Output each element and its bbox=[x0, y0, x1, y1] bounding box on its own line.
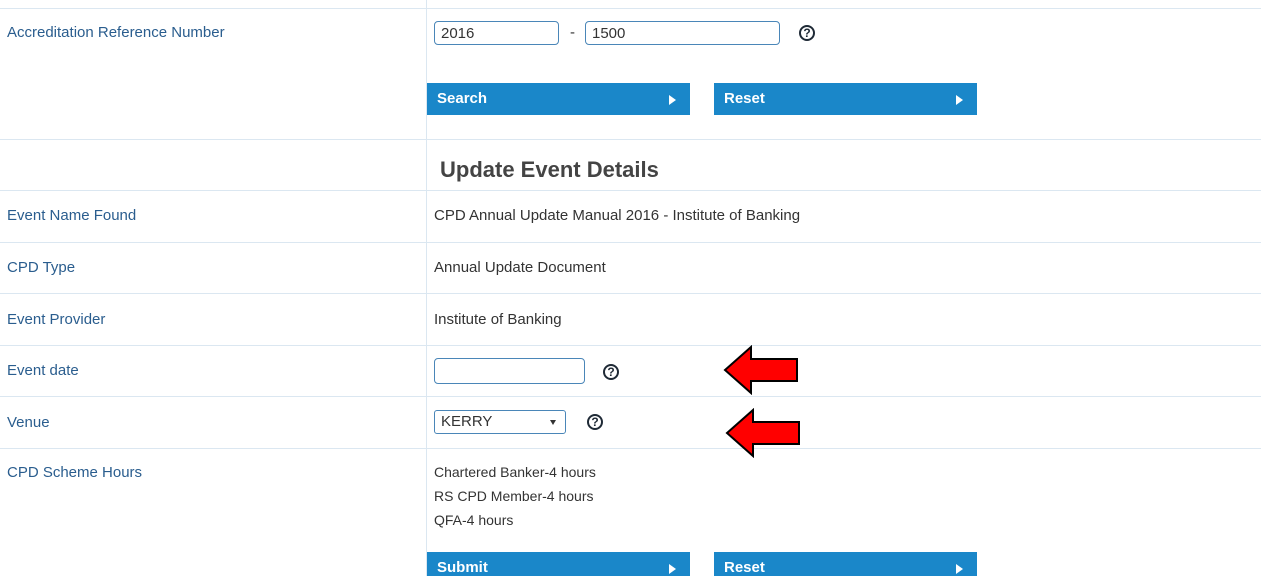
scheme-hours-label: CPD Scheme Hours bbox=[7, 464, 143, 481]
event-date-label: Event date bbox=[7, 362, 79, 379]
red-arrow-left-icon bbox=[723, 345, 798, 395]
event-name-value: CPD Annual Update Manual 2016 - Institut… bbox=[434, 207, 801, 224]
row-divider bbox=[0, 293, 1261, 294]
venue-label: Venue bbox=[7, 414, 50, 431]
cpd-type-value: Annual Update Document bbox=[434, 259, 606, 276]
list-item: QFA-4 hours bbox=[434, 512, 514, 528]
row-divider bbox=[0, 139, 1261, 140]
row-divider bbox=[0, 345, 1261, 346]
submit-button-label: Submit bbox=[437, 559, 488, 576]
submit-button[interactable]: Submit bbox=[427, 552, 690, 576]
help-icon[interactable]: ? bbox=[799, 25, 815, 41]
venue-select[interactable]: KERRY bbox=[434, 410, 566, 434]
row-divider bbox=[0, 190, 1261, 191]
event-provider-label: Event Provider bbox=[7, 311, 106, 328]
row-divider bbox=[0, 8, 1261, 9]
help-icon[interactable]: ? bbox=[587, 414, 603, 430]
search-button[interactable]: Search bbox=[427, 83, 690, 115]
scheme-hours-list: Chartered Banker-4 hours RS CPD Member-4… bbox=[434, 460, 596, 532]
red-arrow-left-icon bbox=[725, 408, 800, 458]
triangle-right-icon bbox=[669, 564, 676, 574]
event-name-label: Event Name Found bbox=[7, 207, 137, 224]
section-heading: Update Event Details bbox=[440, 157, 659, 182]
event-date-input[interactable] bbox=[434, 358, 585, 384]
reset-update-button[interactable]: Reset bbox=[714, 552, 977, 576]
reset-button-label: Reset bbox=[724, 559, 765, 576]
row-divider bbox=[0, 242, 1261, 243]
ref-part2-input[interactable] bbox=[585, 21, 780, 45]
triangle-right-icon bbox=[669, 95, 676, 105]
venue-selected-value: KERRY bbox=[441, 413, 493, 430]
ref-part1-input[interactable] bbox=[434, 21, 559, 45]
list-item: RS CPD Member-4 hours bbox=[434, 488, 594, 504]
list-item: Chartered Banker-4 hours bbox=[434, 464, 596, 480]
triangle-right-icon bbox=[956, 564, 963, 574]
reset-button-label: Reset bbox=[724, 90, 765, 107]
event-provider-value: Institute of Banking bbox=[434, 311, 562, 328]
row-divider bbox=[0, 448, 1261, 449]
triangle-right-icon bbox=[956, 95, 963, 105]
search-button-label: Search bbox=[437, 90, 488, 107]
reset-search-button[interactable]: Reset bbox=[714, 83, 977, 115]
row-divider bbox=[0, 396, 1261, 397]
cpd-type-label: CPD Type bbox=[7, 259, 76, 276]
accreditation-label: Accreditation Reference Number bbox=[7, 24, 225, 41]
ref-separator: - bbox=[570, 24, 575, 41]
help-icon[interactable]: ? bbox=[603, 364, 619, 380]
chevron-down-icon bbox=[550, 420, 556, 425]
